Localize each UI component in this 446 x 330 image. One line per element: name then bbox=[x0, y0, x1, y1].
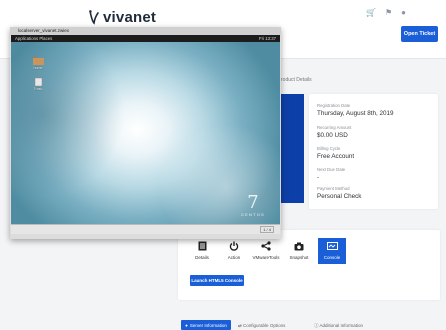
centos-logo: 7 CENTOS bbox=[241, 192, 265, 218]
snapshot-button[interactable]: Snapshot bbox=[285, 238, 313, 264]
tab-configurable-options[interactable]: ⇄ Configurable Options bbox=[238, 323, 285, 329]
details-button[interactable]: Details bbox=[188, 238, 216, 264]
info-tabs: ● Server Information ⇄ Configurable Opti… bbox=[178, 318, 440, 330]
power-icon bbox=[228, 240, 240, 252]
vivanet-logo-icon bbox=[89, 10, 99, 25]
action-button[interactable]: Action bbox=[220, 238, 248, 264]
payment-method: Payment Method Personal Check bbox=[317, 186, 362, 200]
brand-logo[interactable]: vivanet bbox=[88, 5, 156, 29]
tab-server-information[interactable]: ● Server Information bbox=[181, 320, 231, 330]
trash-icon bbox=[34, 77, 42, 86]
camera-icon bbox=[293, 240, 305, 252]
gnome-menu[interactable]: Applications Places bbox=[15, 35, 52, 42]
user-icon[interactable]: ● bbox=[401, 8, 406, 18]
info-circle-icon: ⓘ bbox=[314, 323, 319, 328]
details-icon bbox=[196, 240, 208, 252]
actions-panel: Details Action VMwareTools Snapshot Cons… bbox=[178, 230, 440, 300]
product-info-card: Registration Date Thursday, August 8th, … bbox=[309, 94, 438, 209]
tab-additional-information[interactable]: ⓘ Additional Information bbox=[314, 323, 363, 329]
settings-icon: ⇄ bbox=[238, 323, 242, 328]
product-details-label: roduct Details bbox=[281, 77, 312, 83]
header-icons: 🛒 ⚑ ● bbox=[366, 8, 406, 18]
launch-html5-console-button[interactable]: Launch HTML5 Console bbox=[190, 275, 244, 286]
desktop-home-folder[interactable]: home bbox=[28, 56, 48, 70]
next-due-date: Next Due Date - bbox=[317, 167, 346, 181]
cart-icon[interactable]: 🛒 bbox=[366, 8, 376, 18]
share-icon bbox=[260, 240, 272, 252]
folder-icon bbox=[32, 57, 44, 65]
brand-name: vivanet bbox=[103, 8, 157, 26]
remote-desktop[interactable]: home Trash 7 CENTOS bbox=[11, 42, 280, 224]
billing-cycle: Billing Cycle Free Account bbox=[317, 146, 355, 160]
gnome-clock[interactable]: Fri 13:37 bbox=[259, 35, 276, 42]
console-window[interactable]: localserver_vivanet.zwiex Applications P… bbox=[10, 27, 281, 239]
recurring-amount: Recurring Amount $0.00 USD bbox=[317, 125, 352, 139]
console-button[interactable]: Console bbox=[318, 238, 346, 264]
registration-date: Registration Date Thursday, August 8th, … bbox=[317, 103, 394, 117]
gnome-top-bar: Applications Places Fri 13:37 bbox=[11, 35, 280, 42]
workspace-pager[interactable]: 1 / 4 bbox=[260, 226, 274, 233]
console-window-title[interactable]: localserver_vivanet.zwiex bbox=[10, 27, 281, 35]
info-icon: ● bbox=[185, 322, 188, 328]
desktop-trash[interactable]: Trash bbox=[28, 77, 48, 91]
bell-icon[interactable]: ⚑ bbox=[385, 8, 392, 18]
open-ticket-button[interactable]: Open Ticket bbox=[401, 26, 438, 42]
vmwaretools-button[interactable]: VMwareTools bbox=[252, 238, 280, 264]
console-icon bbox=[326, 240, 338, 252]
console-status-bar: 1 / 4 bbox=[11, 224, 280, 234]
